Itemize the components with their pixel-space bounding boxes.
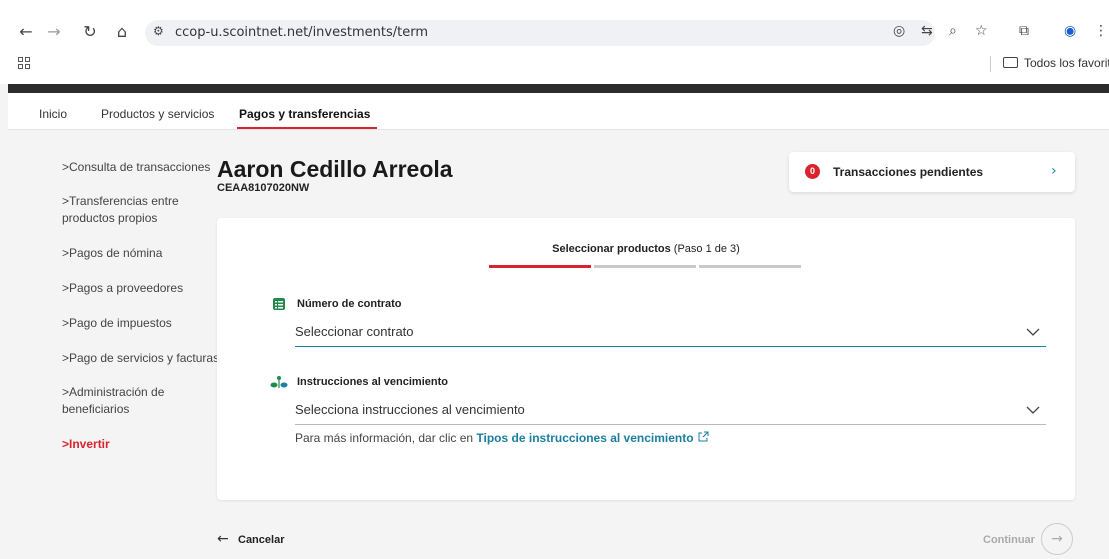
continue-label: Continuar	[983, 534, 1035, 546]
sidebar-item-transferencias[interactable]: >Transferencias entre productos propios	[62, 193, 197, 227]
step-bar-1	[489, 265, 591, 268]
site-top-bar	[8, 84, 1109, 93]
nav-tab-inicio[interactable]: Inicio	[39, 107, 67, 121]
zoom-icon[interactable]: ⌕	[949, 23, 957, 39]
forward-icon[interactable]: →	[44, 22, 64, 42]
client-name: Aaron Cedillo Arreola	[217, 156, 453, 182]
contract-select[interactable]: Seleccionar contrato	[295, 324, 414, 339]
home-icon[interactable]: ⌂	[112, 22, 132, 42]
arrow-left-icon[interactable]: ←	[217, 531, 229, 547]
browser-toolbar: ← → ↻ ⌂ ⚙ ccop-u.scointnet.net/investmen…	[0, 0, 1109, 84]
sidebar-item-invertir[interactable]: >Invertir	[62, 436, 222, 453]
profile-icon[interactable]: ◉	[1064, 23, 1076, 39]
bookmarks-divider	[990, 56, 991, 72]
sidebar-item-servicios[interactable]: >Pago de servicios y facturas	[62, 350, 222, 367]
sidebar-item-proveedores[interactable]: >Pagos a proveedores	[62, 280, 222, 297]
pending-count-badge: 0	[805, 164, 820, 179]
contract-underline	[295, 346, 1046, 347]
pending-label: Transacciones pendientes	[833, 165, 984, 179]
instructions-label: Instrucciones al vencimiento	[297, 376, 448, 388]
apps-grid-icon[interactable]	[18, 57, 30, 69]
contract-label: Número de contrato	[297, 298, 402, 310]
step-progress: (Paso 1 de 3)	[673, 243, 740, 255]
investment-form-card: Seleccionar productos (Paso 1 de 3) Núme…	[217, 218, 1075, 500]
help-prefix: Para más información, dar clic en	[295, 431, 477, 445]
sidebar-item-nomina[interactable]: >Pagos de nómina	[62, 245, 222, 262]
sidebar-item-impuestos[interactable]: >Pago de impuestos	[62, 315, 222, 332]
instructions-types-link[interactable]: Tipos de instrucciones al vencimiento	[476, 431, 693, 445]
url-text: ccop-u.scointnet.net/investments/term	[175, 25, 429, 40]
step-bar-2	[594, 265, 696, 268]
chevron-down-icon[interactable]	[1025, 324, 1041, 340]
pending-transactions-card[interactable]: 0 Transacciones pendientes ›	[789, 152, 1075, 192]
all-bookmarks-link[interactable]: Todos los favoritos	[1024, 56, 1109, 70]
site-navigation: Inicio Productos y servicios Pagos y tra…	[8, 93, 1109, 130]
contract-list-icon	[273, 298, 285, 310]
star-icon[interactable]: ☆	[975, 23, 988, 39]
sidebar-item-beneficiarios[interactable]: >Administración de beneficiarios	[62, 384, 187, 418]
site-info-icon[interactable]: ⚙	[153, 24, 164, 38]
client-id: CEAA8107020NW	[217, 182, 310, 194]
menu-icon[interactable]: ⋮	[1094, 23, 1108, 39]
location-icon[interactable]: ◎	[893, 23, 905, 39]
nav-tab-productos[interactable]: Productos y servicios	[101, 107, 214, 121]
address-bar[interactable]: ⚙ ccop-u.scointnet.net/investments/term	[145, 20, 935, 46]
chevron-down-icon[interactable]	[1025, 402, 1041, 418]
help-text: Para más información, dar clic en Tipos …	[295, 431, 709, 445]
instructions-select[interactable]: Selecciona instrucciones al vencimiento	[295, 402, 525, 417]
back-icon[interactable]: ←	[16, 22, 36, 42]
cancel-button[interactable]: Cancelar	[238, 534, 284, 546]
step-title: Seleccionar productos (Paso 1 de 3)	[217, 243, 1075, 255]
external-link-icon[interactable]	[697, 431, 709, 443]
reload-icon[interactable]: ↻	[80, 22, 100, 42]
sidebar-item-consulta[interactable]: >Consulta de transacciones	[62, 159, 222, 176]
active-tab-indicator	[237, 127, 377, 129]
translate-icon[interactable]: ⇆	[921, 23, 933, 39]
chevron-right-icon: ›	[1051, 163, 1057, 179]
nav-tab-pagos[interactable]: Pagos y transferencias	[239, 107, 370, 121]
extensions-icon[interactable]: ⧉	[1019, 23, 1029, 39]
plant-icon	[270, 376, 288, 388]
continue-button[interactable]: →	[1041, 523, 1073, 555]
instructions-underline	[295, 424, 1046, 425]
step-name: Seleccionar productos	[552, 243, 671, 255]
folder-icon	[1003, 57, 1018, 68]
step-bar-3	[699, 265, 801, 268]
